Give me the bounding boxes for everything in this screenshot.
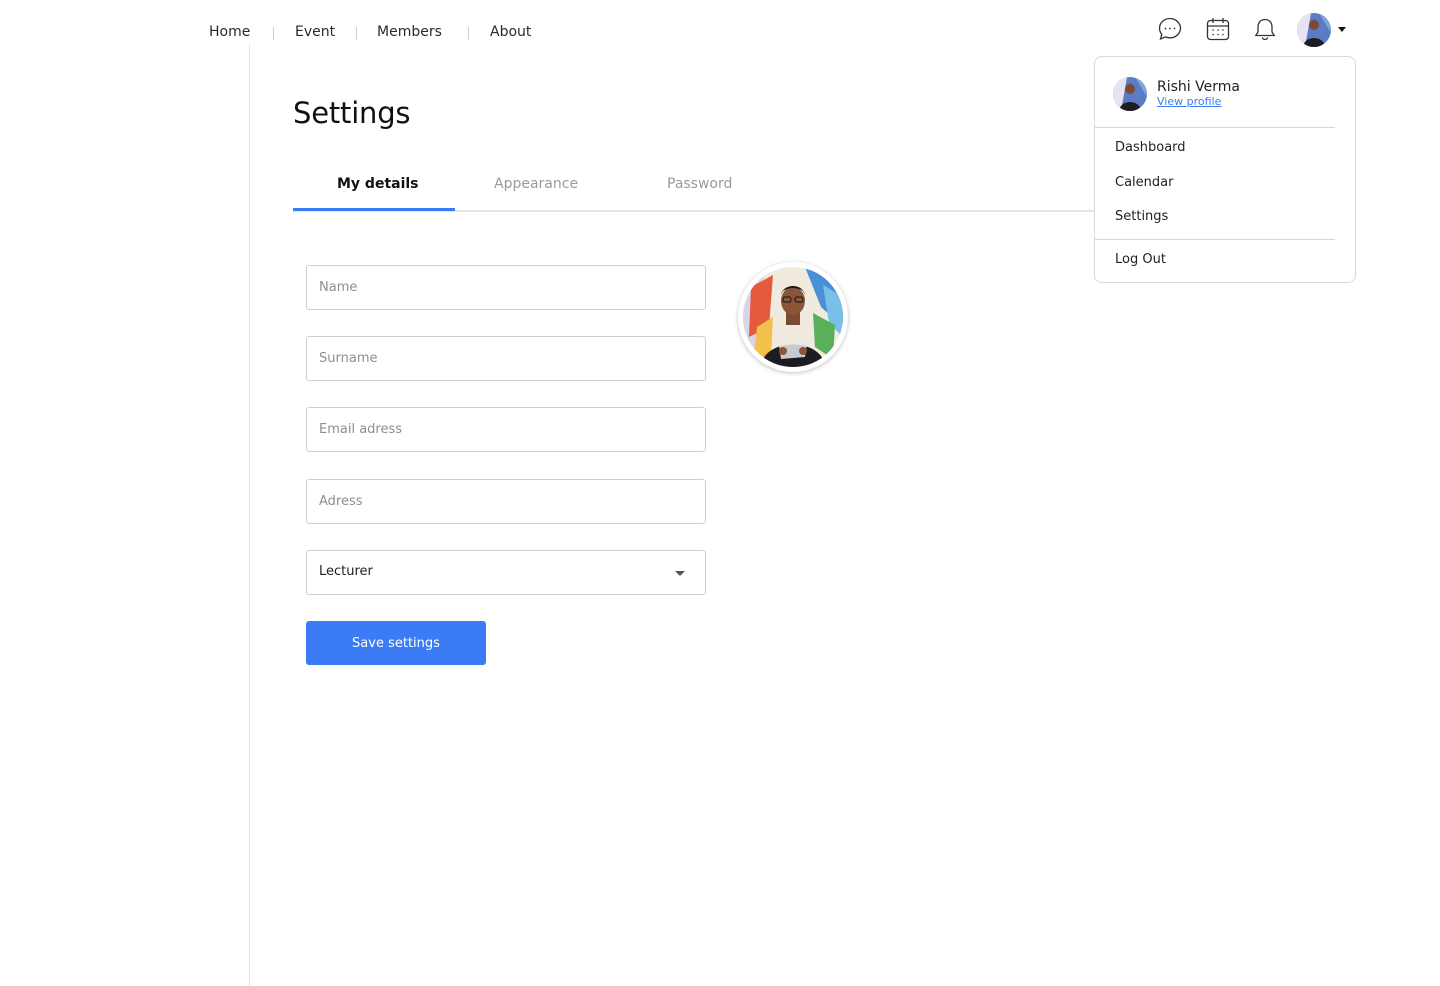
- name-input[interactable]: [307, 266, 705, 309]
- profile-photo-image: [743, 267, 843, 367]
- menu-item-settings[interactable]: Settings: [1115, 209, 1168, 224]
- menu-item-dashboard[interactable]: Dashboard: [1115, 140, 1186, 155]
- name-field-wrapper: [306, 265, 706, 310]
- address-field-wrapper: [306, 479, 706, 524]
- calendar-icon[interactable]: [1205, 16, 1231, 42]
- view-profile-link[interactable]: View profile: [1157, 95, 1221, 108]
- tab-password[interactable]: Password: [667, 176, 732, 192]
- address-input[interactable]: [307, 480, 705, 523]
- chevron-down-icon: [675, 571, 685, 576]
- tab-appearance[interactable]: Appearance: [494, 176, 578, 192]
- bell-icon[interactable]: [1252, 16, 1278, 42]
- tab-my-details[interactable]: My details: [337, 176, 419, 192]
- role-select[interactable]: Lecturer: [306, 550, 706, 595]
- save-settings-button[interactable]: Save settings: [306, 621, 486, 665]
- settings-page: Home Event Members About Settings My det…: [0, 0, 1440, 986]
- nav-separator: [356, 27, 357, 40]
- nav-separator: [273, 27, 274, 40]
- dropdown-divider: [1095, 127, 1335, 128]
- dropdown-avatar: [1113, 77, 1147, 111]
- email-input[interactable]: [307, 408, 705, 451]
- nav-about-link[interactable]: About: [490, 24, 531, 40]
- email-field-wrapper: [306, 407, 706, 452]
- menu-item-logout[interactable]: Log Out: [1115, 252, 1166, 267]
- user-avatar[interactable]: [1297, 13, 1331, 47]
- nav-separator: [468, 27, 469, 40]
- nav-home-link[interactable]: Home: [209, 24, 250, 40]
- active-tab-indicator: [293, 208, 455, 211]
- dropdown-divider: [1095, 239, 1335, 240]
- settings-tabs: My details Appearance Password: [293, 170, 1113, 212]
- surname-field-wrapper: [306, 336, 706, 381]
- chevron-down-icon[interactable]: [1338, 27, 1346, 32]
- role-select-value: Lecturer: [319, 564, 373, 579]
- left-divider: [249, 44, 250, 986]
- nav-members-link[interactable]: Members: [377, 24, 442, 40]
- dropdown-user-name: Rishi Verma: [1157, 79, 1240, 95]
- page-title: Settings: [293, 96, 411, 130]
- nav-event-link[interactable]: Event: [295, 24, 335, 40]
- chat-icon[interactable]: [1157, 16, 1183, 42]
- surname-input[interactable]: [307, 337, 705, 380]
- user-menu-dropdown: Rishi Verma View profile Dashboard Calen…: [1094, 56, 1356, 283]
- profile-photo[interactable]: [738, 262, 848, 372]
- menu-item-calendar[interactable]: Calendar: [1115, 175, 1173, 190]
